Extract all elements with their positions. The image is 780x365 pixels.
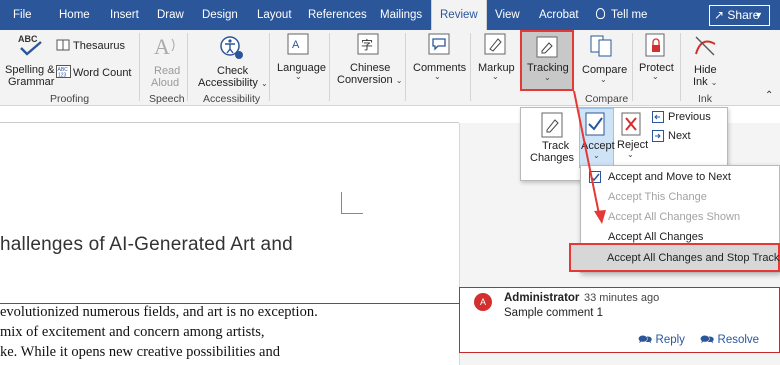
annotation-arrow	[573, 90, 606, 224]
